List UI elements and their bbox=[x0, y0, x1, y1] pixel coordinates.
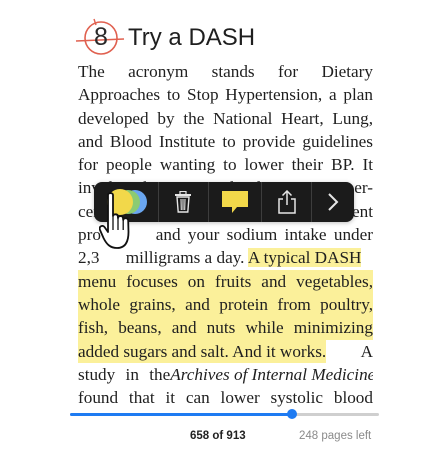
text-line: and Blood Institute to provide guideline… bbox=[78, 131, 373, 151]
text-line: for people wanting to lower their BP. It bbox=[78, 155, 373, 175]
text-line: developed by the National Heart, Lung, bbox=[78, 108, 373, 128]
text-fragment: 2,3 bbox=[78, 248, 100, 268]
text-line: The acronym stands for Dietary bbox=[78, 62, 373, 81]
share-button[interactable] bbox=[262, 182, 312, 222]
chapter-number-badge: 8 bbox=[75, 18, 125, 55]
highlighted-text[interactable]: fish, beans, and nuts while minimizing bbox=[78, 316, 373, 340]
text-line: Approaches to Stop Hypertension, a plan bbox=[78, 85, 373, 105]
text-fragment: ent bbox=[352, 201, 373, 221]
trash-icon bbox=[175, 191, 192, 213]
italic-title: Archives of Internal Medicine bbox=[170, 364, 373, 384]
progress-fill bbox=[70, 413, 293, 416]
highlighted-text[interactable]: added sugars and salt. And it works. bbox=[78, 339, 327, 363]
delete-highlight-button[interactable] bbox=[159, 182, 209, 222]
chapter-heading: 8 Try a DASH bbox=[75, 16, 256, 60]
highlighted-text[interactable]: menu focuses on fruits and vegetables, bbox=[78, 269, 373, 293]
text-line: study in the Archives of Internal Medici… bbox=[78, 363, 373, 386]
reading-progress-bar[interactable] bbox=[70, 409, 379, 419]
text-line: added sugars and salt. And it works. A bbox=[78, 339, 373, 363]
chapter-title: Try a DASH bbox=[128, 24, 256, 51]
reader-page: 8 Try a DASH The acronym stands for Diet… bbox=[0, 0, 447, 460]
hand-pointer-icon bbox=[99, 192, 130, 249]
text-fragment: and your sodium intake under bbox=[155, 225, 373, 245]
text-line: found that it can lower systolic blood bbox=[78, 388, 373, 408]
pages-left: 248 pages left bbox=[299, 430, 372, 442]
page-number: 658 of 913 bbox=[190, 430, 246, 442]
text-fragment: milligrams a day. bbox=[125, 248, 245, 268]
progress-knob[interactable] bbox=[287, 409, 298, 419]
highlighted-text[interactable]: whole grains, and protein from poultry, bbox=[78, 292, 373, 317]
chevron-right-icon bbox=[328, 193, 339, 211]
highlighted-text[interactable]: A typical DASH bbox=[247, 248, 362, 268]
add-note-button[interactable] bbox=[209, 182, 261, 222]
text-fragment: pro bbox=[78, 225, 101, 245]
note-icon bbox=[221, 191, 248, 213]
more-options-button[interactable] bbox=[312, 182, 354, 222]
text-fragment: A bbox=[360, 341, 373, 361]
share-icon bbox=[277, 190, 296, 214]
chapter-number: 8 bbox=[94, 23, 108, 51]
text-fragment: study in the bbox=[78, 364, 171, 384]
